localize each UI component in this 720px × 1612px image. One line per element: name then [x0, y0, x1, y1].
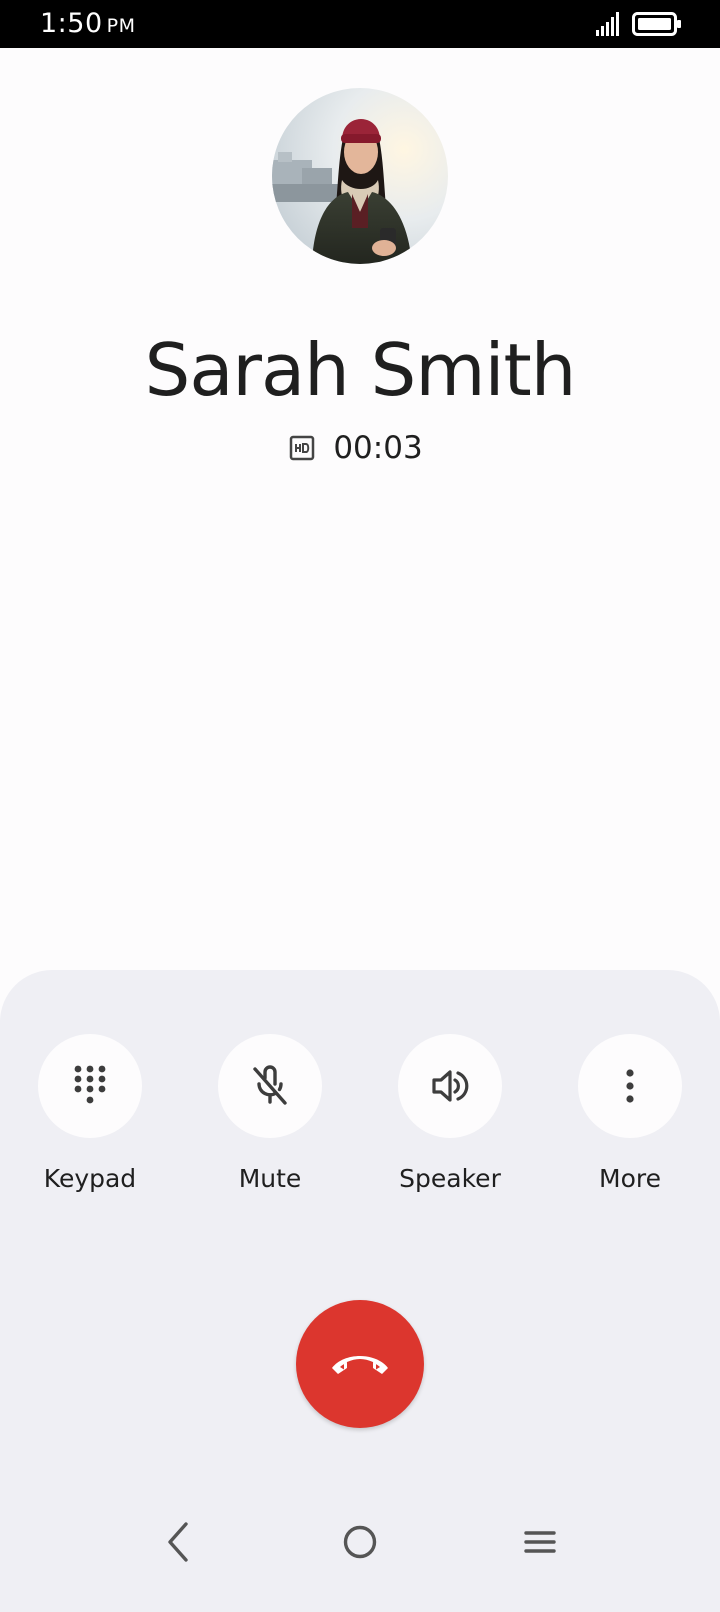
status-time-value: 1:50: [40, 8, 103, 39]
mic-off-icon: [253, 1065, 287, 1105]
mute-control[interactable]: Mute: [180, 1034, 360, 1193]
keypad-control[interactable]: Keypad: [0, 1034, 180, 1193]
more-button[interactable]: [578, 1034, 682, 1138]
status-time-ampm: PM: [106, 15, 136, 37]
more-vert-icon: [626, 1069, 634, 1103]
more-control[interactable]: More: [540, 1034, 720, 1193]
speaker-button[interactable]: [398, 1034, 502, 1138]
contact-name: Sarah Smith: [144, 328, 577, 412]
home-icon[interactable]: [342, 1520, 378, 1564]
battery-icon: [632, 12, 681, 36]
keypad-icon: [74, 1065, 106, 1104]
back-icon[interactable]: [164, 1520, 192, 1564]
keypad-button[interactable]: [38, 1034, 142, 1138]
call-controls-sheet: Keypad Mute Speaker More: [0, 970, 720, 1612]
more-label: More: [599, 1164, 661, 1193]
end-call-button[interactable]: [296, 1300, 424, 1428]
speaker-icon: [432, 1070, 469, 1102]
end-call-icon: [332, 1356, 388, 1374]
mute-label: Mute: [238, 1164, 302, 1193]
in-call-screen: 1:50 PM Sarah Smith 00:03 Keypad Mute Sp…: [0, 0, 720, 1612]
call-info: 00:03: [0, 430, 720, 466]
call-timer: 00:03: [333, 430, 423, 466]
speaker-label: Speaker: [399, 1164, 501, 1193]
status-bar: 1:50 PM: [0, 0, 720, 48]
contact-avatar: [272, 88, 448, 264]
menu-icon[interactable]: [522, 1520, 558, 1564]
keypad-label: Keypad: [43, 1164, 137, 1193]
speaker-control[interactable]: Speaker: [360, 1034, 540, 1193]
signal-icon: [596, 12, 619, 36]
mute-button[interactable]: [218, 1034, 322, 1138]
status-time: 1:50 PM: [40, 8, 136, 39]
hd-icon: [290, 435, 315, 461]
